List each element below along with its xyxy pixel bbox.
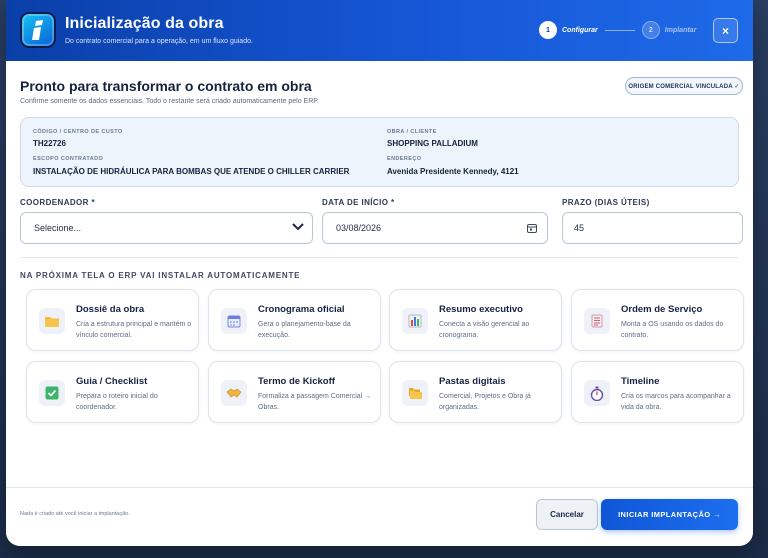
cost-center-value: TH22726	[33, 139, 66, 148]
modal-footer: Nada é criado até você iniciar a implant…	[6, 487, 753, 546]
card-description: Formaliza a passagem Comercial → Obras.	[258, 393, 372, 411]
step-2-number: 2	[641, 21, 660, 39]
footer-note: Nada é criado até você iniciar a implant…	[20, 511, 130, 517]
start-date-input[interactable]: 03/08/2026	[322, 212, 548, 244]
close-button[interactable]: ×	[713, 18, 738, 43]
card-description: Conecta a visão gerencial ao cronograma.	[439, 321, 530, 339]
bar-chart-icon	[402, 308, 428, 334]
card-description: Comercial, Projetos e Obra já organizada…	[439, 393, 531, 411]
card-kickoff: Termo de Kickoff Formaliza a passagem Co…	[208, 361, 381, 423]
scope-label: ESCOPO CONTRATADO	[33, 156, 104, 162]
calendar-icon	[221, 308, 247, 334]
step-1-label: Configurar	[562, 26, 598, 34]
scope-value: INSTALAÇÃO DE HIDRÁULICA PARA BOMBAS QUE…	[33, 167, 350, 176]
handshake-icon	[221, 380, 247, 406]
auto-install-title: NA PRÓXIMA TELA O ERP VAI INSTALAR AUTOM…	[20, 271, 301, 280]
card-description: Cria os marcos para acompanhar a vida da…	[621, 393, 731, 411]
modal-title: Inicialização da obra	[65, 15, 224, 32]
start-date-value: 03/08/2026	[336, 223, 382, 233]
deadline-input[interactable]: 45	[562, 212, 743, 244]
deadline-value: 45	[574, 223, 585, 233]
card-description: Monta a OS usando os dados do contrato.	[621, 321, 724, 339]
card-title: Termo de Kickoff	[258, 376, 335, 387]
stepper: 1 Configurar 2 Implantar	[539, 21, 696, 39]
card-title: Pastas digitais	[439, 376, 506, 387]
step-1-number: 1	[539, 21, 557, 39]
card-title: Resumo executivo	[439, 304, 523, 315]
card-title: Timeline	[621, 376, 660, 387]
card-cronograma: Cronograma oficial Gera o planejamento-b…	[208, 289, 381, 351]
card-dossie: Dossiê da obra Cria a estrutura principa…	[26, 289, 199, 351]
start-implantation-button[interactable]: INICIAR IMPLANTAÇÃO →	[601, 499, 738, 530]
document-icon	[584, 308, 610, 334]
step-connector	[604, 29, 635, 31]
folders-icon	[402, 380, 428, 406]
close-icon: ×	[721, 23, 729, 38]
section-divider	[20, 257, 739, 258]
card-title: Cronograma oficial	[258, 304, 345, 315]
calendar-picker-icon[interactable]	[527, 223, 537, 235]
init-modal: Inicialização da obra Do contrato comerc…	[6, 0, 753, 546]
card-title: Guia / Checklist	[76, 376, 148, 387]
card-title: Ordem de Serviço	[621, 304, 703, 315]
client-label: OBRA / CLIENTE	[387, 129, 437, 135]
start-date-label: DATA DE INÍCIO *	[322, 198, 395, 207]
card-resumo: Resumo executivo Conecta a visão gerenci…	[389, 289, 562, 351]
step-2-label: Implantar	[664, 26, 697, 34]
modal-header: Inicialização da obra Do contrato comerc…	[6, 0, 753, 61]
origin-badge: ORIGEM COMERCIAL VINCULADA ✓	[625, 77, 743, 95]
card-title: Dossiê da obra	[76, 304, 145, 315]
card-timeline: Timeline Cria os marcos para acompanhar …	[571, 361, 744, 423]
modal-subtitle: Do contrato comercial para a operação, e…	[65, 38, 253, 45]
coordinator-select-value: Selecione...	[34, 223, 82, 233]
folder-icon	[39, 308, 65, 334]
card-pastas: Pastas digitais Comercial, Projetos e Ob…	[389, 361, 562, 423]
card-description: Cria a estrutura principal e mantém o ví…	[76, 321, 192, 339]
coordinator-select[interactable]: Selecione...	[20, 212, 313, 244]
card-os: Ordem de Serviço Monta a OS usando os da…	[571, 289, 744, 351]
checkbox-icon	[39, 380, 65, 406]
card-checklist: Guia / Checklist Prepara o roteiro inici…	[26, 361, 199, 423]
contract-info-box: CÓDIGO / CENTRO DE CUSTO TH22726 OBRA / …	[20, 117, 739, 187]
address-label: ENDEREÇO	[387, 156, 422, 162]
deadline-label: PRAZO (DIAS ÚTEIS)	[562, 198, 650, 207]
coordinator-label: COORDENADOR *	[20, 198, 95, 207]
section-subtitle: Confirme somente os dados essenciais. To…	[20, 98, 319, 105]
address-value: Avenida Presidente Kennedy, 4121	[387, 167, 519, 176]
app-logo-icon	[20, 12, 56, 48]
cancel-button[interactable]: Cancelar	[536, 499, 598, 530]
chevron-down-icon	[292, 223, 304, 233]
card-description: Prepara o roteiro inicial do coordenador…	[76, 393, 158, 411]
cost-center-label: CÓDIGO / CENTRO DE CUSTO	[33, 129, 123, 135]
section-title: Pronto para transformar o contrato em ob…	[20, 78, 312, 94]
stopwatch-icon	[584, 380, 610, 406]
client-value: SHOPPING PALLADIUM	[387, 139, 478, 148]
card-description: Gera o planejamento-base da execução.	[258, 321, 351, 339]
